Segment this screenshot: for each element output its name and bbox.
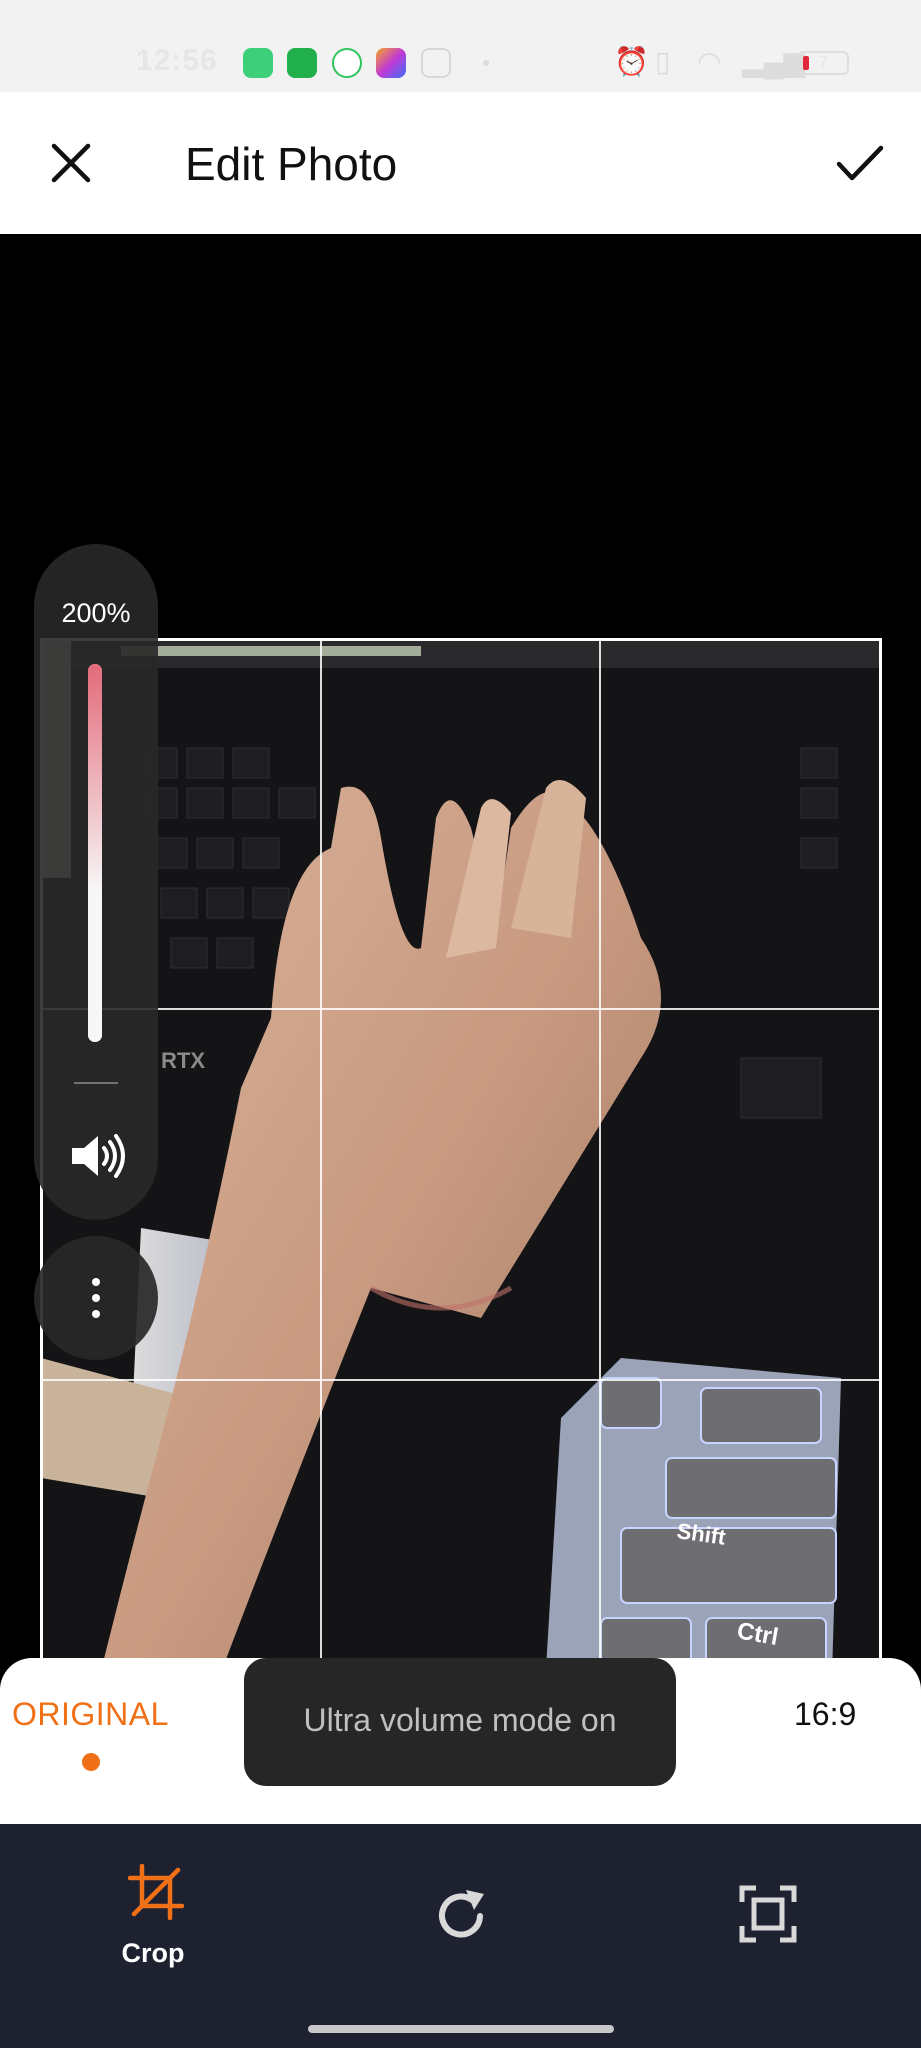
instagram-icon <box>421 48 451 78</box>
more-options-button[interactable] <box>34 1236 158 1360</box>
grid-line-h2 <box>43 1379 879 1381</box>
grid-line-v2 <box>599 641 601 1750</box>
rotate-button[interactable] <box>432 1886 492 1946</box>
status-bar: 12:56 ● ⏰ ▯ ◠ ▂▄▆ 7 <box>0 0 921 92</box>
rotate-icon <box>439 1890 484 1938</box>
alarm-icon: ⏰ <box>614 46 649 77</box>
more-dot-3 <box>92 1310 100 1318</box>
speaker-button[interactable] <box>64 1124 128 1188</box>
toast-message: Ultra volume mode on <box>303 1702 617 1738</box>
check-icon <box>836 145 884 181</box>
battery-text: 7 <box>819 54 828 71</box>
toast: Ultra volume mode on <box>244 1658 676 1786</box>
confirm-button[interactable] <box>834 138 886 188</box>
chat-bubble-icon <box>332 48 362 78</box>
vpn-icon <box>287 48 317 78</box>
ratio-original-option[interactable]: ORIGINAL <box>12 1696 169 1733</box>
volume-divider <box>74 1082 118 1084</box>
top-app-bar: Edit Photo <box>0 92 921 234</box>
more-dot-2 <box>92 1294 100 1302</box>
battery-level <box>803 56 809 70</box>
crop-icon <box>128 1864 184 1920</box>
more-dot-1 <box>92 1278 100 1286</box>
crop-frame[interactable] <box>40 638 882 1753</box>
vibrate-icon: ▯ <box>655 46 671 77</box>
speaker-icon <box>72 1134 125 1178</box>
volume-slider[interactable] <box>88 664 102 1042</box>
selected-indicator <box>82 1753 100 1771</box>
page-title: Edit Photo <box>185 138 398 190</box>
home-indicator[interactable] <box>308 2025 614 2033</box>
fit-screen-button[interactable] <box>738 1884 798 1944</box>
volume-panel: 200% <box>34 544 158 1220</box>
status-time: 12:56 <box>136 44 218 77</box>
grid-line-v1 <box>320 641 322 1750</box>
battery-icon: 7 <box>797 51 849 75</box>
volume-slider-fill <box>88 664 102 1042</box>
close-button[interactable] <box>46 138 96 188</box>
volume-level-label: 200% <box>61 598 131 628</box>
close-icon <box>51 143 91 183</box>
fit-screen-icon <box>739 1885 797 1943</box>
pen-app-icon <box>376 48 406 78</box>
grid-line-h1 <box>43 1008 879 1010</box>
wifi-icon: ◠ <box>697 46 722 77</box>
signal-icon: ▂▄▆ <box>742 46 805 77</box>
dot-icon: ● <box>482 54 491 70</box>
battery-saver-icon <box>243 48 273 78</box>
crop-label: Crop <box>121 1938 185 1968</box>
ratio-16-9-option[interactable]: 16:9 <box>794 1696 856 1733</box>
crop-tool-button[interactable]: Crop <box>108 1824 198 2004</box>
